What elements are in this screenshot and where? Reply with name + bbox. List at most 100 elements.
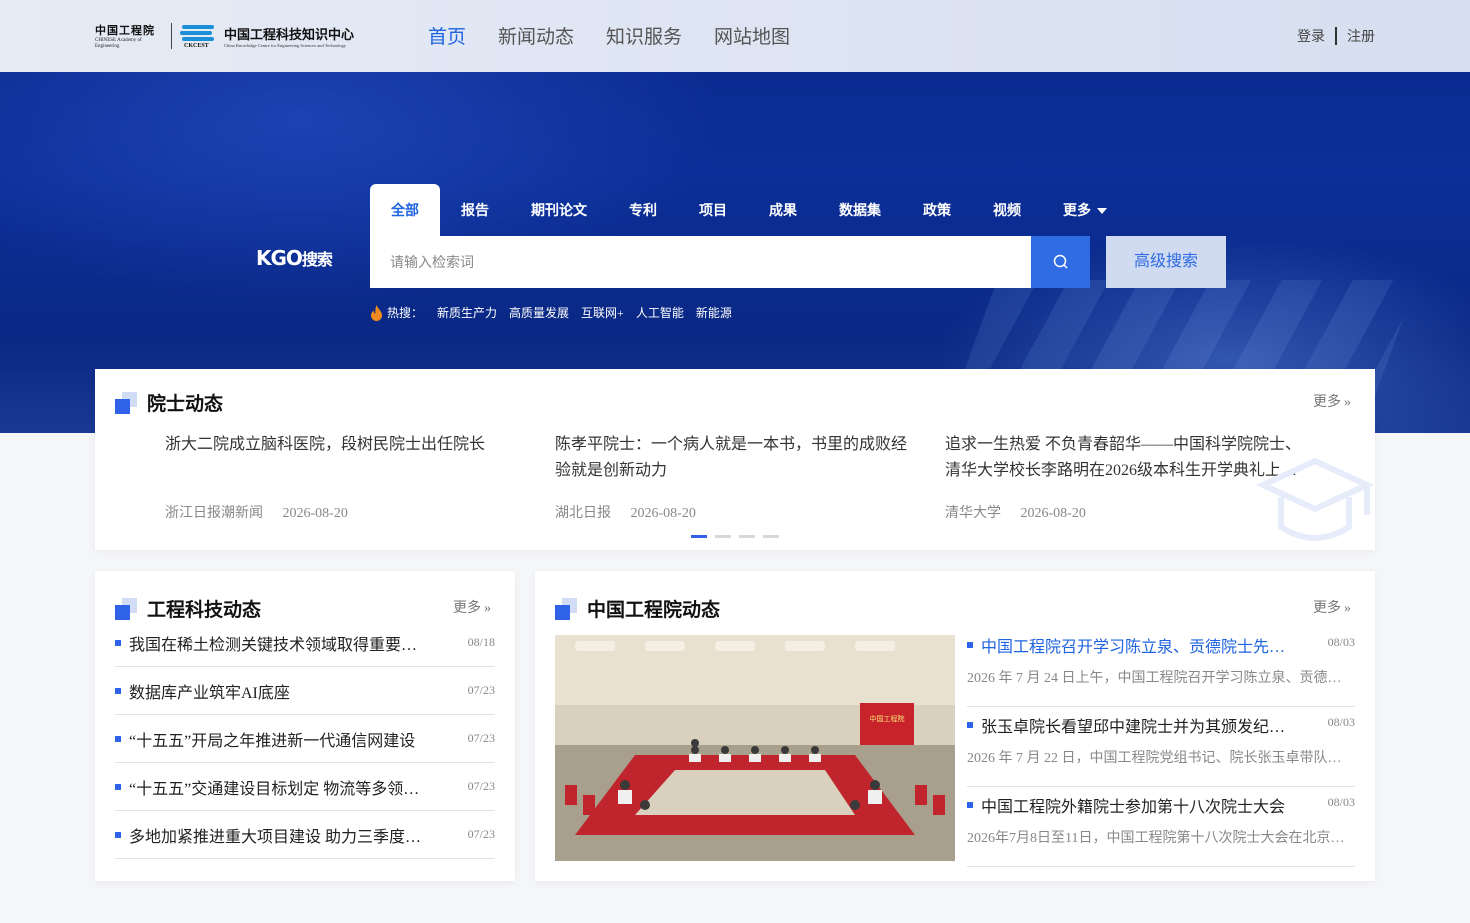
caret-down-icon [1097,208,1107,215]
advanced-search-button[interactable]: 高级搜索 [1106,236,1226,288]
news-item[interactable]: 中国工程院外籍院士参加第十八次院士大会 08/03 2026年7月8日至11日，… [967,787,1355,867]
bullet [967,642,973,648]
list-item[interactable]: 我国在稀土检测关键技术领域取得重要突破 08/18 [115,619,495,667]
tab-policies[interactable]: 政策 [902,184,972,236]
news-title: 张玉卓院长看望邱中建院士并为其颁发纪念章 [981,719,1297,736]
ckcest-logo-cn: 中国工程科技知识中心 [224,27,355,42]
bullet [115,687,121,694]
bullet [115,639,121,646]
item-date: 07/23 [467,827,495,841]
news-summary: 2026年7月8日至11日，中国工程院第十八次院士大会在北京召开。 [967,831,1355,846]
nav-knowledge-service[interactable]: 知识服务 [606,22,682,49]
more-link[interactable]: 更多» [1313,391,1351,411]
hot-keyword[interactable]: 互联网+ [581,304,624,321]
double-chevron-right-icon: » [1344,601,1351,616]
more-label: 更多 [453,601,481,616]
cae-title-text: 中国工程院动态 [587,600,721,621]
carousel-dot[interactable] [763,535,779,538]
tab-achievements[interactable]: 成果 [748,184,818,236]
list-item[interactable]: 多地加紧推进重大项目建设 助力三季度经济 07/23 [115,811,495,859]
news-meta: 清华大学 2026-08-20 [945,502,1086,522]
site-logo[interactable]: 中国工程院 CHINESE Academy of Engineering CKC… [95,20,354,52]
main-nav: 首页 新闻动态 知识服务 网站地图 [428,22,790,49]
carousel-dot[interactable] [739,535,755,538]
engineering-news-list: 我国在稀土检测关键技术领域取得重要突破 08/18 数据库产业筑牢AI底座 07/2… [115,619,495,859]
item-date: 08/18 [467,635,495,649]
more-link[interactable]: 更多» [453,597,491,617]
academician-news-item[interactable]: 浙大二院成立脑科医院，段树民院士出任院长 浙江日报潮新闻 2026-08-20 [165,432,525,521]
tab-reports[interactable]: 报告 [440,184,510,236]
tab-projects[interactable]: 项目 [678,184,748,236]
tab-all[interactable]: 全部 [370,184,440,236]
item-title: “十五五”开局之年推进新一代通信网建设 [129,732,416,750]
search-input[interactable] [370,236,1031,288]
hot-keyword[interactable]: 高质量发展 [509,304,569,321]
item-title: 多地加紧推进重大项目建设 助力三季度经济 [129,828,438,846]
tab-journals[interactable]: 期刊论文 [510,184,608,236]
section-title: 院士动态 [115,389,223,416]
flame-icon [371,304,382,321]
news-headline: 中国工程院外籍院士参加第十八次院士大会 [967,793,1297,817]
news-source: 浙江日报潮新闻 [165,506,263,521]
cae-news-card: 中国工程院动态 更多» 中国工程院 中国工程院召开学习陈立泉、贡德院士先进 08… [535,571,1375,881]
nav-home[interactable]: 首页 [428,22,466,49]
tab-datasets[interactable]: 数据集 [818,184,902,236]
banner-text: 中国工程院 [870,714,905,723]
register-link[interactable]: 注册 [1347,26,1375,46]
news-date: 2026-08-20 [282,506,348,521]
bullet [967,722,973,728]
bullet [115,831,121,838]
academician-news-item[interactable]: 追求一生热爱 不负青春韶华——中国科学院院士、清华大学校长李路明在2026级本科… [945,432,1305,521]
item-title: 数据库产业筑牢AI底座 [129,684,290,702]
academician-news-card: 院士动态 更多» 浙大二院成立脑科医院，段树民院士出任院长 浙江日报潮新闻 20… [95,369,1375,550]
auth-divider [1335,27,1337,45]
bullet [967,802,973,808]
news-meta: 湖北日报 2026-08-20 [555,502,696,522]
news-item[interactable]: 中国工程院召开学习陈立泉、贡德院士先进事迹座谈会 08/03 2026 年 7 … [967,627,1355,707]
item-title: “十五五”交通建设目标划定 物流等多领域受益 [129,780,452,798]
ckcest-logo-en: China Knowledge Centre for Engineering S… [224,43,346,48]
engineering-title-text: 工程科技动态 [147,600,262,621]
hot-keyword[interactable]: 人工智能 [636,304,684,321]
carousel-dot[interactable] [691,535,707,538]
news-photo[interactable]: 中国工程院 [555,635,955,861]
news-item[interactable]: 张玉卓院长看望邱中建院士并为其颁发纪念章 08/03 2026 年 7 月 22… [967,707,1355,787]
tab-more-label: 更多 [1063,202,1091,218]
list-item[interactable]: 数据库产业筑牢AI底座 07/23 [115,667,495,715]
section-square-icon [555,597,577,620]
news-source: 清华大学 [945,506,1001,521]
academician-news-item[interactable]: 陈孝平院士：一个病人就是一本书，书里的成败经验就是创新动力 湖北日报 2026-… [555,432,915,521]
cae-logo: 中国工程院 CHINESE Academy of Engineering [95,22,163,50]
news-title: 中国工程院召开学习陈立泉、贡德院士先进事迹座谈会 [981,639,1297,656]
search-button[interactable] [1031,236,1090,288]
ckcest-mark-label: CKCEST [184,43,209,49]
kgo-search-logo: KGO搜索 [256,246,333,270]
double-chevron-right-icon: » [484,601,491,616]
auth-links: 登录 注册 [1297,26,1375,46]
nav-news[interactable]: 新闻动态 [498,22,574,49]
list-item[interactable]: “十五五”交通建设目标划定 物流等多领域受益 07/23 [115,763,495,811]
logo-divider [171,23,172,49]
nav-sitemap[interactable]: 网站地图 [714,22,790,49]
ckcest-logo-text: 中国工程科技知识中心 China Knowledge Centre for En… [224,24,354,48]
list-item[interactable]: “十五五”开局之年推进新一代通信网建设 07/23 [115,715,495,763]
hot-search: 热搜： 新质生产力 高质量发展 互联网+ 人工智能 新能源 [370,304,744,321]
news-meta: 浙江日报潮新闻 2026-08-20 [165,502,348,522]
section-title: 中国工程院动态 [555,595,720,622]
tab-more[interactable]: 更多 [1042,184,1128,236]
news-date: 2026-08-20 [1020,506,1086,521]
carousel-pagination [691,535,779,538]
news-title: 追求一生热爱 不负青春韶华——中国科学院院士、清华大学校长李路明在2026级本科… [945,436,1302,479]
tab-patents[interactable]: 专利 [608,184,678,236]
search-tabs: 全部 报告 期刊论文 专利 项目 成果 数据集 政策 视频 更多 [370,184,1128,236]
site-header: 中国工程院 CHINESE Academy of Engineering CKC… [0,0,1470,72]
hot-keyword[interactable]: 新质生产力 [437,304,497,321]
tab-videos[interactable]: 视频 [972,184,1042,236]
carousel-dot[interactable] [715,535,731,538]
news-date: 08/03 [1327,795,1355,809]
news-title: 中国工程院外籍院士参加第十八次院士大会 [981,799,1286,816]
login-link[interactable]: 登录 [1297,26,1325,46]
item-date: 07/23 [467,779,495,793]
hot-keyword[interactable]: 新能源 [696,304,732,321]
more-link[interactable]: 更多» [1313,597,1351,617]
